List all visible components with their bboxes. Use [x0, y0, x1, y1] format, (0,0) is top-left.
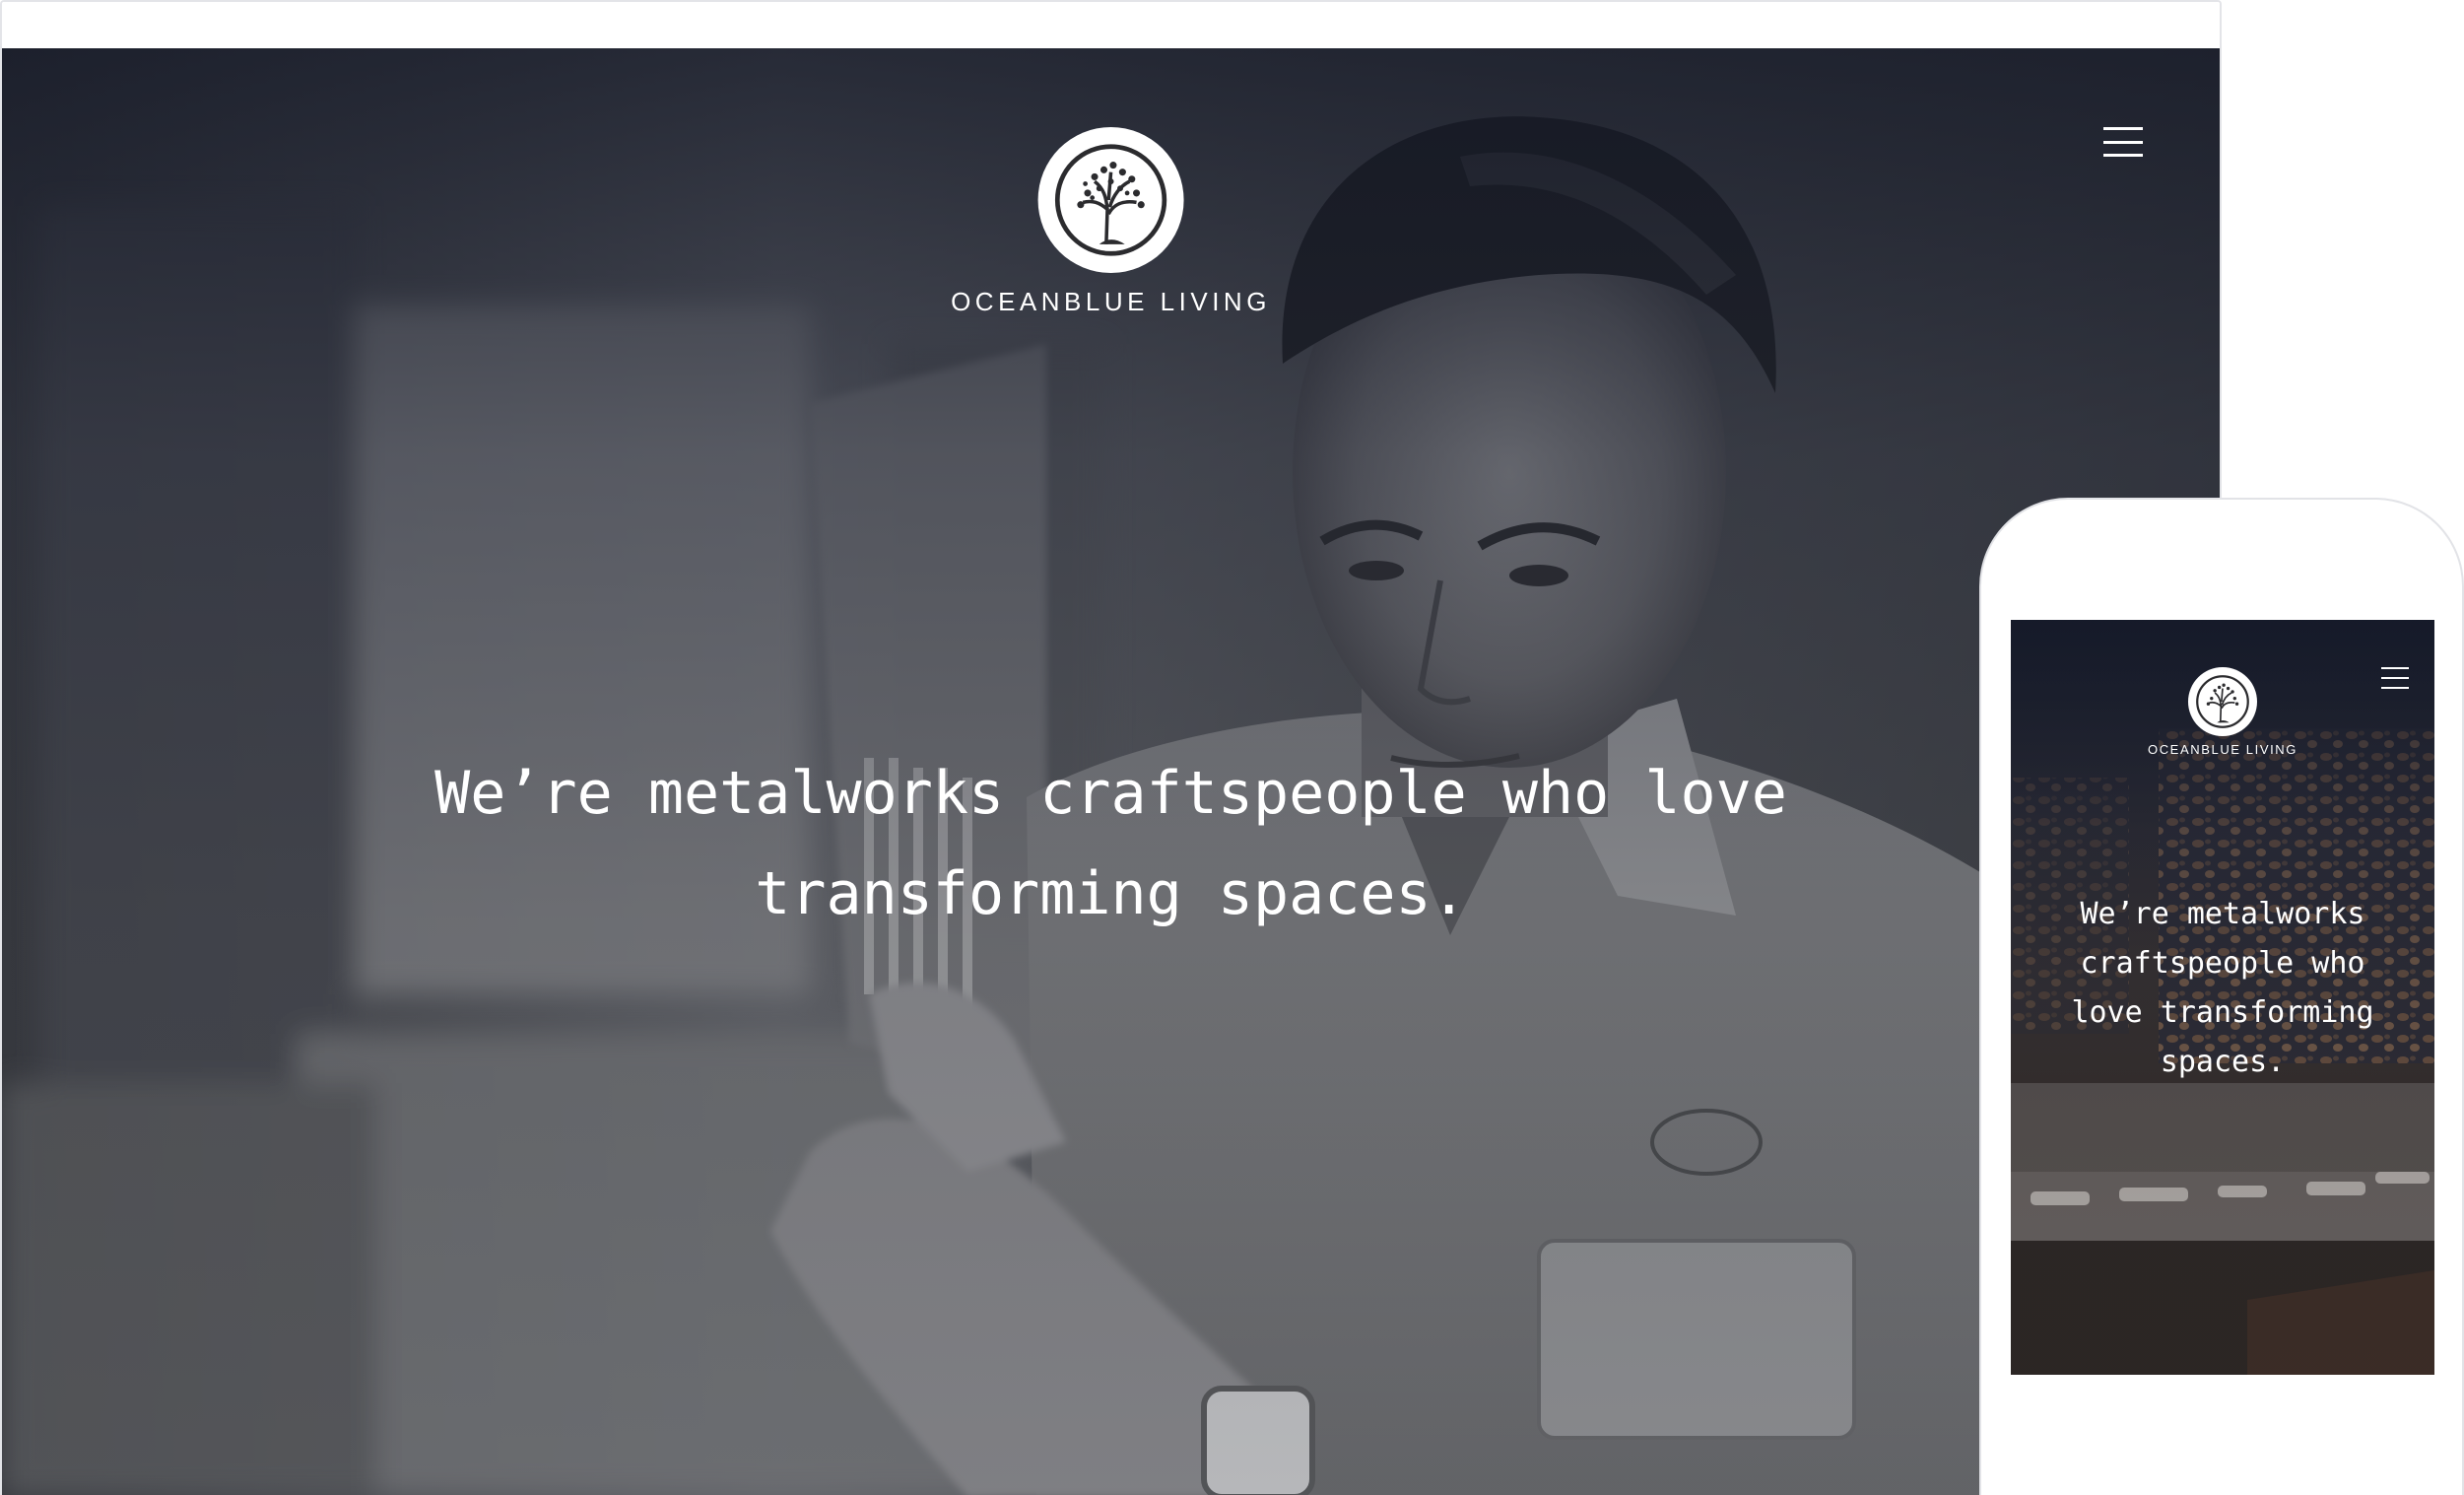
mobile-hero-headline: We’re metalworks craftspeople who love t…	[2071, 897, 2374, 1079]
browser-top-bar	[2, 2, 2220, 48]
site-logo[interactable]: OCEANBLUE LIVING	[951, 127, 1271, 317]
hamburger-menu-icon[interactable]	[2103, 127, 2143, 157]
hero-headline: We’re metalworks craftspeople who love t…	[434, 759, 1787, 928]
device-mockup-stage: OCEANBLUE LIVING We’re metalworks crafts…	[0, 0, 2464, 1495]
mobile-hero-section: OCEANBLUE LIVING We’re metalworks crafts…	[2011, 620, 2434, 1375]
tree-of-life-icon	[2188, 667, 2257, 736]
mobile-phone-frame: OCEANBLUE LIVING We’re metalworks crafts…	[1979, 498, 2464, 1495]
hero-section: OCEANBLUE LIVING We’re metalworks crafts…	[2, 48, 2220, 1495]
desktop-browser-frame: OCEANBLUE LIVING We’re metalworks crafts…	[0, 0, 2222, 1495]
mobile-brand-name: OCEANBLUE LIVING	[2147, 742, 2298, 757]
brand-name: OCEANBLUE LIVING	[951, 287, 1271, 316]
tree-of-life-icon	[1037, 127, 1184, 273]
hamburger-menu-icon[interactable]	[2381, 667, 2409, 689]
mobile-site-logo[interactable]: OCEANBLUE LIVING	[2148, 667, 2298, 757]
